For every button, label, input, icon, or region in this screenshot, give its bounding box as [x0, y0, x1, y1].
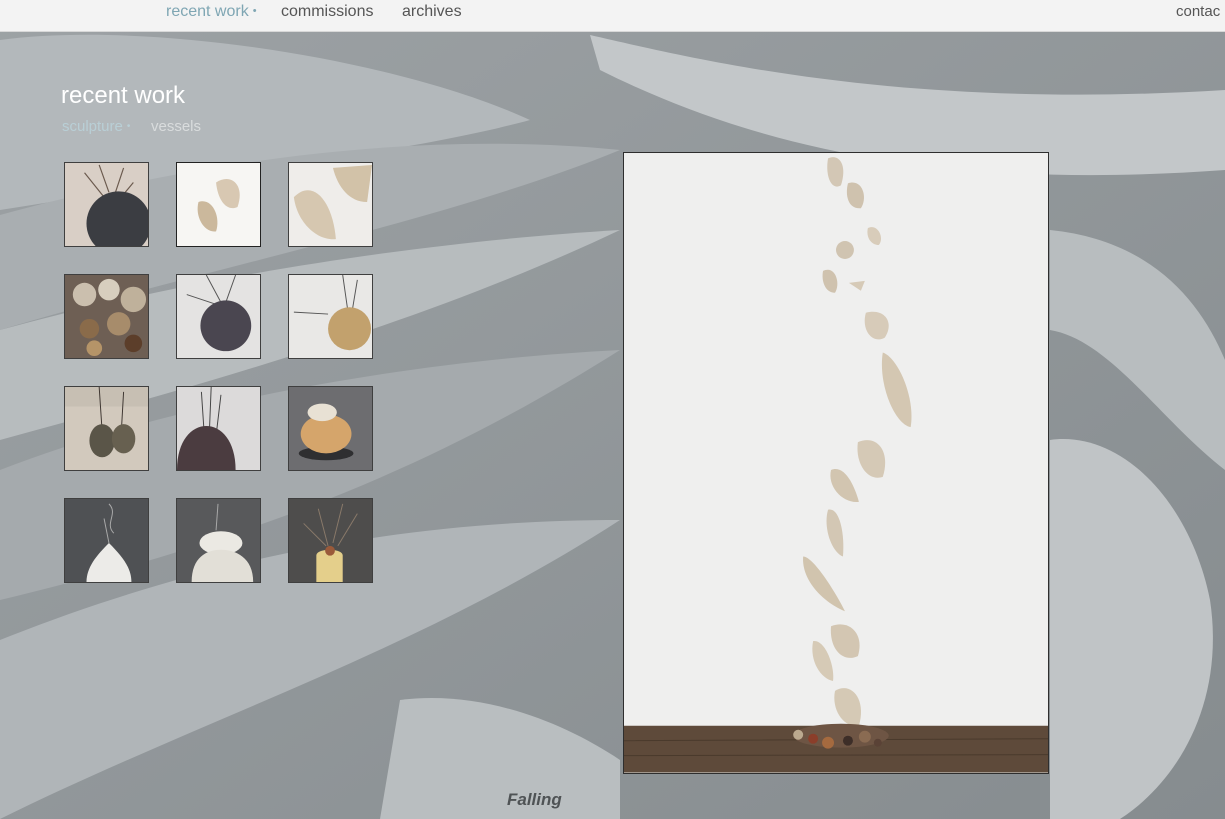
thumbnail-11[interactable]: [176, 498, 261, 583]
thumbnail-10[interactable]: [64, 498, 149, 583]
thumbnail-image: [65, 499, 148, 582]
thumbnail-image: [289, 163, 372, 246]
subnav-sculpture[interactable]: sculpture •: [62, 118, 130, 135]
thumbnail-6[interactable]: [288, 274, 373, 359]
nav-recent-work-label: recent work: [166, 3, 249, 20]
thumbnail-image: [65, 163, 148, 246]
nav-archives[interactable]: archives: [402, 3, 462, 21]
artwork-photo: [624, 153, 1048, 773]
thumbnail-12[interactable]: [288, 498, 373, 583]
thumbnail-image: [177, 163, 260, 246]
subnav-vessels[interactable]: vessels: [151, 118, 201, 135]
thumbnail-2[interactable]: [176, 162, 261, 247]
thumbnail-image: [65, 387, 148, 470]
artwork-caption: Falling: [507, 790, 562, 809]
main-artwork-image[interactable]: [623, 152, 1049, 774]
thumbnail-1[interactable]: [64, 162, 149, 247]
thumbnail-image: [289, 275, 372, 358]
thumbnail-5[interactable]: [176, 274, 261, 359]
thumbnail-image: [177, 499, 260, 582]
thumbnail-9[interactable]: [288, 386, 373, 471]
thumbnail-image: [289, 387, 372, 470]
thumbnail-4[interactable]: [64, 274, 149, 359]
subnav-sculpture-label: sculpture: [62, 118, 123, 135]
thumbnail-8[interactable]: [176, 386, 261, 471]
top-navigation-bar: recent work • commissions archives contac: [0, 0, 1225, 32]
active-dot-icon: •: [126, 121, 131, 132]
page-title: recent work: [61, 82, 186, 109]
active-dot-icon: •: [252, 5, 257, 17]
nav-contact[interactable]: contac: [1176, 3, 1220, 20]
thumbnail-image: [289, 499, 372, 582]
nav-commissions[interactable]: commissions: [281, 3, 373, 21]
nav-recent-work[interactable]: recent work •: [166, 3, 257, 21]
thumbnail-image: [177, 387, 260, 470]
thumbnail-image: [177, 275, 260, 358]
thumbnail-3[interactable]: [288, 162, 373, 247]
thumbnail-image: [65, 275, 148, 358]
thumbnail-7[interactable]: [64, 386, 149, 471]
